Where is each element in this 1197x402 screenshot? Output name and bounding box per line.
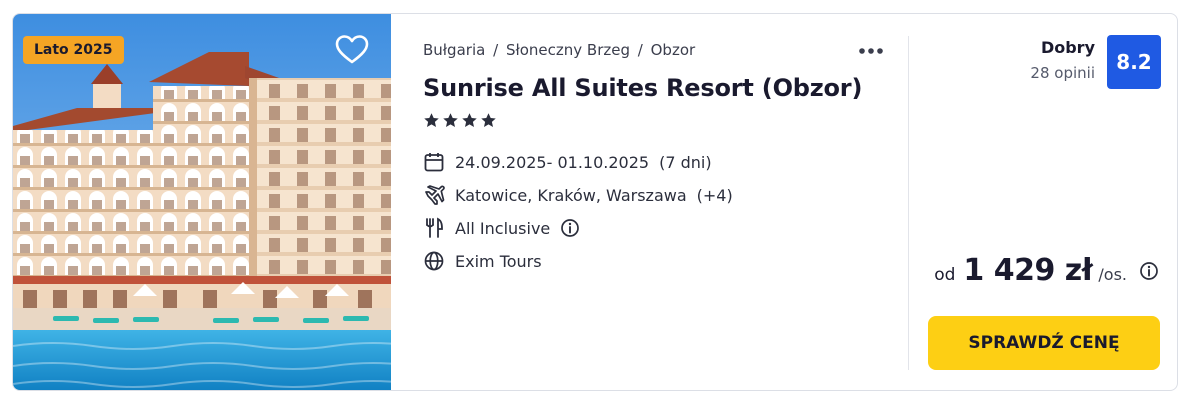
star-icon <box>443 113 458 127</box>
season-badge: Lato 2025 <box>23 36 124 64</box>
price: od 1 429 zł /os. <box>934 253 1159 288</box>
review-count[interactable]: 28 opinii <box>1030 64 1095 82</box>
hotel-photo[interactable]: Lato 2025 <box>13 14 391 390</box>
offer-card[interactable]: Lato 2025 Bułgaria / Słoneczny Brzeg / O… <box>12 13 1178 391</box>
departure-row: Katowice, Kraków, Warszawa (+4) <box>423 183 733 207</box>
breadcrumb: Bułgaria / Słoneczny Brzeg / Obzor <box>423 41 695 59</box>
more-options-button[interactable] <box>856 41 886 61</box>
plane-icon <box>423 184 445 206</box>
departure-more[interactable]: (+4) <box>697 186 733 205</box>
check-price-button[interactable]: SPRAWDŹ CENĘ <box>928 316 1160 370</box>
info-icon <box>561 219 580 237</box>
favorite-button[interactable] <box>335 34 369 66</box>
breadcrumb-region[interactable]: Słoneczny Brzeg <box>506 41 630 59</box>
star-icon <box>462 113 477 127</box>
breadcrumb-country[interactable]: Bułgaria <box>423 41 485 59</box>
calendar-icon <box>423 151 445 173</box>
board-row: All Inclusive <box>423 216 580 240</box>
tour-operator[interactable]: Exim Tours <box>455 252 542 271</box>
info-icon <box>1140 261 1158 280</box>
hotel-name[interactable]: Sunrise All Suites Resort (Obzor) <box>423 74 862 102</box>
heart-outline-icon <box>335 35 369 64</box>
duration-text: (7 dni) <box>659 152 712 172</box>
price-suffix: /os. <box>1098 265 1127 284</box>
price-prefix: od <box>934 265 956 285</box>
star-rating <box>423 112 497 130</box>
rating-label: Dobry <box>1040 38 1095 57</box>
board-info-button[interactable] <box>560 218 580 238</box>
price-value: 1 429 zł <box>963 253 1093 288</box>
star-icon <box>481 113 496 127</box>
globe-icon <box>423 250 445 272</box>
dates-row: 24.09.2025- 01.10.2025 (7 dni) <box>423 150 712 174</box>
breadcrumb-separator: / <box>637 41 643 59</box>
price-info-button[interactable] <box>1139 261 1159 281</box>
departure-cities: Katowice, Kraków, Warszawa <box>455 185 687 205</box>
column-divider <box>908 36 909 370</box>
breadcrumb-separator: / <box>493 41 499 59</box>
more-dots-icon <box>859 48 883 54</box>
hotel-photo-image <box>13 14 391 390</box>
cutlery-icon <box>423 217 445 239</box>
star-icon <box>424 113 439 127</box>
board-type: All Inclusive <box>455 218 551 238</box>
rating-score-badge[interactable]: 8.2 <box>1107 35 1161 89</box>
operator-row: Exim Tours <box>423 249 542 273</box>
dates-text: 24.09.2025- 01.10.2025 <box>455 152 650 172</box>
breadcrumb-city[interactable]: Obzor <box>651 41 696 59</box>
